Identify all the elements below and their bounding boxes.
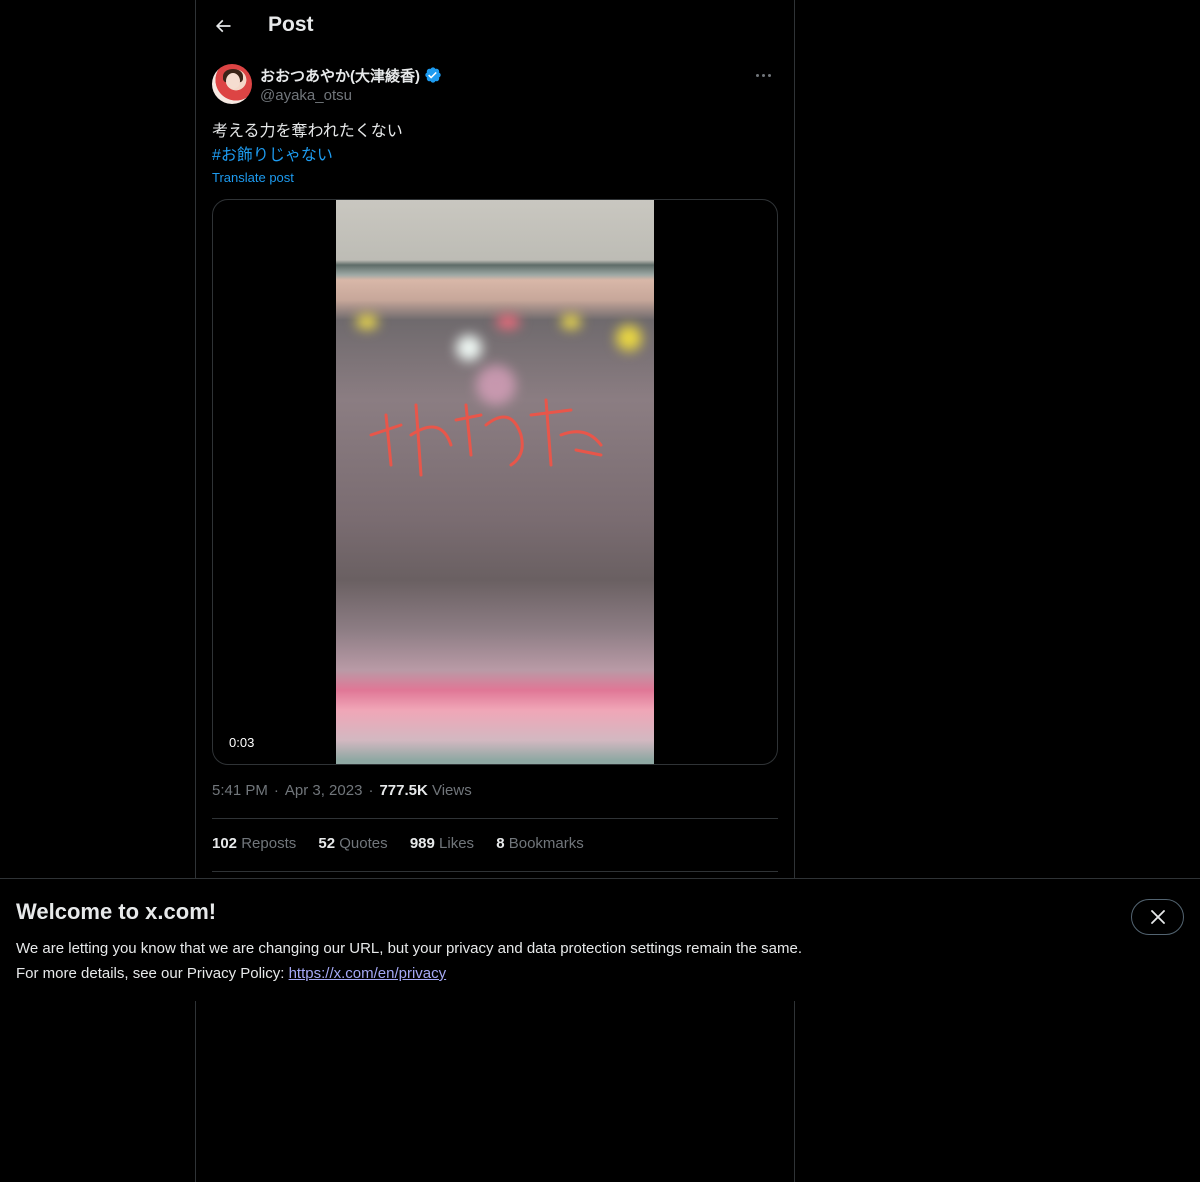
post-time[interactable]: 5:41 PM: [212, 782, 268, 799]
author-display-name[interactable]: おおつあやか(大津綾香): [260, 65, 420, 86]
bookmarks-count: 8: [496, 835, 505, 852]
neon-sign-graphic: [369, 398, 603, 477]
arrow-left-icon: [215, 19, 231, 33]
likes-stat[interactable]: 989 Likes: [410, 835, 474, 852]
banner-title: Welcome to x.com!: [16, 899, 217, 924]
light-glow: [356, 315, 378, 329]
banner-line-2: For more details, see our Privacy Policy…: [16, 961, 802, 986]
banner-body: We are letting you know that we are chan…: [16, 936, 802, 986]
light-glow: [496, 315, 520, 329]
reposts-count: 102: [212, 835, 238, 852]
back-button[interactable]: [206, 9, 240, 43]
likes-count: 989: [409, 835, 435, 852]
more-dot-icon: [767, 73, 771, 77]
primary-column: Post おおつあやか(大津綾香) @ayaka_otsu 考える力を奪われたく…: [195, 0, 795, 1182]
light-glow: [561, 315, 581, 329]
url-change-banner: Welcome to x.com! We are letting you kno…: [0, 878, 1200, 1001]
likes-label: Likes: [439, 835, 475, 852]
quotes-stat[interactable]: 52 Quotes: [318, 835, 387, 852]
views-count: 777.5K: [379, 782, 428, 799]
quotes-count: 52: [318, 835, 336, 852]
avatar[interactable]: [212, 64, 252, 104]
divider: [212, 818, 778, 819]
video-frame: [336, 200, 654, 764]
author-handle[interactable]: @ayaka_otsu: [260, 87, 352, 104]
light-glow: [456, 335, 482, 361]
translate-post-link[interactable]: Translate post: [212, 170, 294, 185]
video-duration-badge: 0:03: [221, 733, 263, 752]
quotes-label: Quotes: [339, 835, 388, 852]
divider: [212, 871, 778, 872]
post-date[interactable]: Apr 3, 2023: [285, 782, 363, 799]
more-dot-icon: [755, 73, 759, 77]
reposts-label: Reposts: [241, 835, 297, 852]
post-meta: 5:41 PM · Apr 3, 2023 · 777.5K Views: [212, 782, 472, 799]
privacy-policy-link[interactable]: https://x.com/en/privacy: [289, 965, 447, 982]
page-title: Post: [268, 13, 314, 36]
post-header: Post: [196, 0, 794, 53]
post-stats: 102 Reposts 52 Quotes 989 Likes 8 Bookma…: [212, 835, 602, 852]
post-text: 考える力を奪われたくない: [212, 123, 403, 140]
post-author: おおつあやか(大津綾香) @ayaka_otsu: [212, 64, 778, 106]
more-dot-icon: [761, 73, 765, 77]
separator-dot: ·: [368, 782, 374, 799]
banner-line-2-prefix: For more details, see our Privacy Policy…: [16, 965, 289, 982]
post-video[interactable]: 0:03: [212, 199, 778, 765]
separator-dot: ·: [273, 782, 279, 799]
hashtag-link[interactable]: #お飾りじゃない: [212, 144, 333, 168]
bookmarks-label: Bookmarks: [508, 835, 584, 852]
avatar-face: [226, 73, 240, 89]
close-icon: [1150, 910, 1165, 924]
banner-line-1: We are letting you know that we are chan…: [16, 940, 802, 957]
close-banner-button[interactable]: [1131, 899, 1184, 935]
views-label: Views: [431, 782, 472, 799]
bookmarks-stat[interactable]: 8 Bookmarks: [496, 835, 584, 852]
light-glow: [616, 325, 642, 351]
verified-badge-icon[interactable]: [424, 66, 442, 84]
reposts-stat[interactable]: 102 Reposts: [212, 835, 296, 852]
more-options-button[interactable]: [748, 64, 778, 86]
